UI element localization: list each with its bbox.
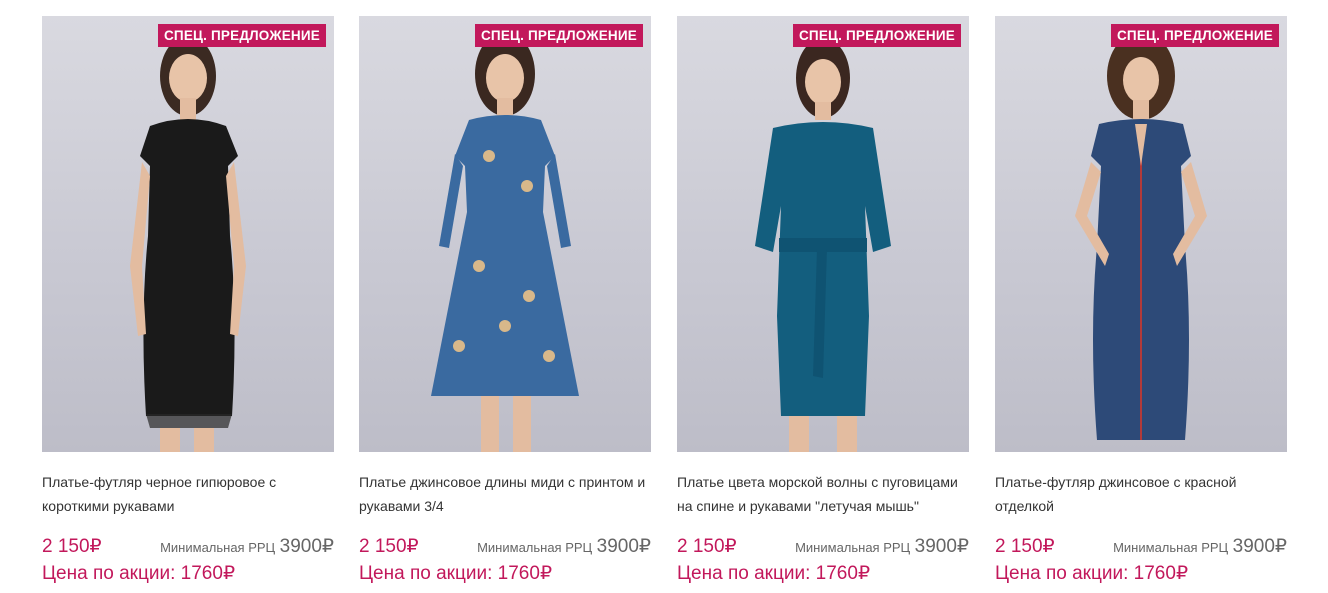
dress-photo-black [130, 36, 246, 452]
product-price: 2 150₽ [677, 536, 737, 557]
product-card[interactable]: СПЕЦ. ПРЕДЛОЖЕНИЕ Платье-футляр черное г… [42, 16, 334, 585]
product-title[interactable]: Платье цвета морской волны с пуговицами … [677, 470, 969, 518]
product-card[interactable]: СПЕЦ. ПРЕДЛОЖЕНИЕ Платье цвета морской в… [677, 16, 969, 585]
dress-photo-denim-print [431, 32, 579, 452]
rrp: Минимальная РРЦ 3900₽ [160, 536, 334, 557]
product-price: 2 150₽ [359, 536, 419, 557]
product-photo[interactable]: СПЕЦ. ПРЕДЛОЖЕНИЕ [42, 16, 334, 452]
product-photo[interactable]: СПЕЦ. ПРЕДЛОЖЕНИЕ [359, 16, 651, 452]
special-offer-badge: СПЕЦ. ПРЕДЛОЖЕНИЕ [1110, 24, 1279, 47]
promo-price: Цена по акции: 1760₽ [42, 563, 236, 584]
product-card[interactable]: СПЕЦ. ПРЕДЛОЖЕНИЕ Платье-футляр джинсово… [995, 16, 1287, 585]
special-offer-badge: СПЕЦ. ПРЕДЛОЖЕНИЕ [474, 24, 643, 47]
promo-price: Цена по акции: 1760₽ [677, 563, 871, 584]
product-photo[interactable]: СПЕЦ. ПРЕДЛОЖЕНИЕ [677, 16, 969, 452]
dress-photo-teal [755, 38, 891, 452]
product-price: 2 150₽ [42, 536, 102, 557]
rrp: Минимальная РРЦ 3900₽ [795, 536, 969, 557]
promo-price: Цена по акции: 1760₽ [995, 563, 1189, 584]
product-title[interactable]: Платье-футляр джинсовое с красной отделк… [995, 470, 1287, 518]
dress-photo-denim-sheath [1075, 32, 1207, 440]
special-offer-badge: СПЕЦ. ПРЕДЛОЖЕНИЕ [157, 24, 326, 47]
product-grid: СПЕЦ. ПРЕДЛОЖЕНИЕ Платье-футляр черное г… [0, 0, 1328, 593]
product-card[interactable]: СПЕЦ. ПРЕДЛОЖЕНИЕ Платье джинсовое длины… [359, 16, 651, 585]
product-price: 2 150₽ [995, 536, 1055, 557]
special-offer-badge: СПЕЦ. ПРЕДЛОЖЕНИЕ [792, 24, 961, 47]
rrp: Минимальная РРЦ 3900₽ [1113, 536, 1287, 557]
rrp: Минимальная РРЦ 3900₽ [477, 536, 651, 557]
product-title[interactable]: Платье джинсовое длины миди с принтом и … [359, 470, 651, 518]
product-title[interactable]: Платье-футляр черное гипюровое с коротки… [42, 470, 334, 518]
promo-price: Цена по акции: 1760₽ [359, 563, 553, 584]
product-photo[interactable]: СПЕЦ. ПРЕДЛОЖЕНИЕ [995, 16, 1287, 452]
